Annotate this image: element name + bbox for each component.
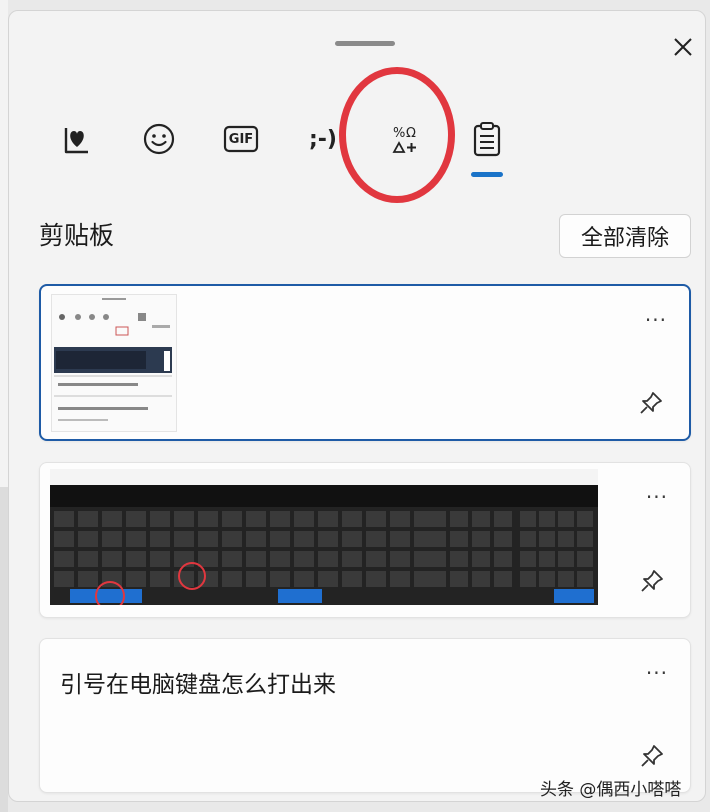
tab-gif[interactable]: GIF [213,111,269,167]
active-tab-indicator [471,172,503,177]
smiley-icon [143,123,175,155]
svg-text:%: % [393,126,405,141]
pin-icon [641,570,663,592]
pin-icon [640,392,662,414]
tab-kaomoji[interactable]: ;-) [295,111,351,167]
tab-emoji[interactable] [131,111,187,167]
clipboard-panel: GIF ;-) % Ω 剪贴板 全部清除 ··· ··· 引号在电脑键盘怎么打出… [8,10,706,802]
more-options-button[interactable]: ··· [645,310,667,330]
clipboard-item-text: 引号在电脑键盘怎么打出来 [60,672,336,698]
tab-favorites[interactable] [49,111,105,167]
more-options-button[interactable]: ··· [646,487,668,507]
background-strip [0,0,8,812]
clipboard-item-3[interactable]: 引号在电脑键盘怎么打出来 ··· [39,638,691,793]
pin-button[interactable] [637,389,665,417]
heart-box-icon [64,128,88,154]
clipboard-icon [473,122,501,157]
clipboard-item-1[interactable]: ··· [39,284,691,441]
symbols-icon: % Ω [392,126,416,153]
more-options-button[interactable]: ··· [646,663,668,683]
clipboard-title: 剪贴板 [39,221,115,250]
tab-clipboard[interactable] [459,111,515,167]
clipboard-item-2[interactable]: ··· [39,462,691,618]
kaomoji-icon: ;-) [309,126,337,152]
pin-icon [641,745,663,767]
gif-label: GIF [228,131,254,147]
drag-handle[interactable] [335,41,395,46]
pin-button[interactable] [638,742,666,770]
close-button[interactable] [665,29,701,65]
close-icon [674,38,692,56]
pin-button[interactable] [638,567,666,595]
watermark: 头条 @偶西小嗒嗒 [540,780,682,800]
tab-symbols[interactable]: % Ω [377,111,433,167]
keyboard-thumbnail [50,469,598,605]
clear-all-button[interactable]: 全部清除 [559,214,691,258]
svg-text:Ω: Ω [406,126,416,141]
screenshot-thumbnail [51,294,177,432]
